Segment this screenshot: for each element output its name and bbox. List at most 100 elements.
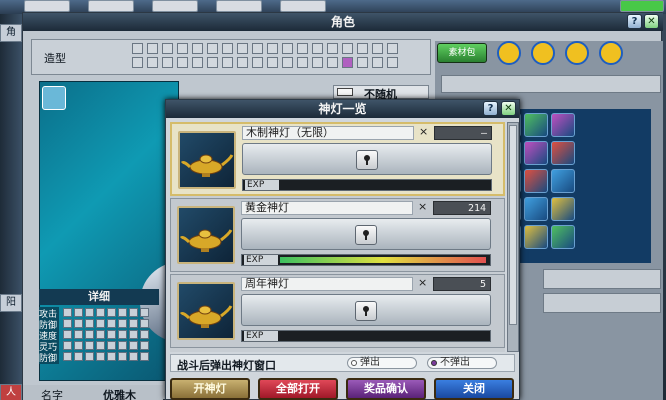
scroll-icon[interactable] [531,41,555,65]
stat-pip [107,341,116,350]
appearance-slot[interactable] [297,43,308,54]
appearance-slot[interactable] [132,57,143,68]
appearance-slot[interactable] [267,57,278,68]
close-icon[interactable]: ✕ [644,14,659,29]
lamp-lock-plate[interactable] [241,218,491,250]
exp-bar: EXP [241,254,491,266]
moon-icon[interactable] [599,41,623,65]
stat-pip [63,308,72,317]
help-icon[interactable]: ? [627,14,642,29]
lamp-lock-plate[interactable] [241,294,491,326]
inventory-item[interactable] [524,197,548,221]
top-menu-icon[interactable] [152,0,198,12]
inventory-item[interactable] [551,141,575,165]
stat-pip [63,330,72,339]
no-popup-radio[interactable]: 不弹出 [427,357,497,369]
inventory-item[interactable] [551,197,575,221]
appearance-slot[interactable] [297,57,308,68]
multiply-icon: × [418,200,428,213]
appearance-slot[interactable] [192,43,203,54]
magic-lamp-icon [177,206,235,264]
element-icon[interactable] [42,86,66,110]
appearance-slot[interactable] [342,57,353,68]
help-icon[interactable]: ? [483,101,498,116]
magic-lamp-icon [177,282,235,340]
appearance-slot[interactable] [252,57,263,68]
appearance-slot[interactable] [177,43,188,54]
appearance-slot[interactable] [387,57,398,68]
lamp-row[interactable]: 木制神灯（无限） × — EXP [170,122,505,196]
appearance-slot[interactable] [147,43,158,54]
material-bag-button[interactable]: 素材包 [437,43,487,63]
appearance-slot[interactable] [222,57,233,68]
inventory-item[interactable] [524,225,548,249]
keyhole-icon[interactable] [356,150,378,170]
stat-pip [85,341,94,350]
top-menu-icon[interactable] [216,0,262,12]
top-menu-icon[interactable] [24,0,70,12]
appearance-slot[interactable] [387,43,398,54]
lamp-row[interactable]: 黄金神灯 × 214 EXP [170,198,505,272]
appearance-slot[interactable] [357,57,368,68]
inventory-item[interactable] [524,113,548,137]
inventory-filter-bar[interactable] [441,75,661,93]
inventory-item[interactable] [551,113,575,137]
appearance-slot[interactable] [342,43,353,54]
top-menu-icon[interactable] [88,0,134,12]
appearance-slot[interactable] [267,43,278,54]
exp-label: EXP [244,255,278,265]
appearance-slot[interactable] [312,57,323,68]
sidebar-tab[interactable]: 人 [0,384,22,400]
ring-icon[interactable] [497,41,521,65]
lamp-list-scrollbar[interactable] [507,122,519,352]
close-button[interactable]: 关闭 [434,378,514,400]
sidebar-tab[interactable]: 角 [0,24,22,42]
stat-pip [74,330,83,339]
lamp-count: 214 [433,201,491,215]
appearance-slot[interactable] [147,57,158,68]
appearance-slot[interactable] [282,57,293,68]
keyhole-icon[interactable] [355,225,377,245]
appearance-slot[interactable] [132,43,143,54]
appearance-slot[interactable] [177,57,188,68]
lamp-name: 黄金神灯 [241,201,413,215]
lamp-row[interactable]: 周年神灯 × 5 EXP [170,274,505,348]
inventory-item[interactable] [524,169,548,193]
lamp-dialog-title: 神灯一览 [166,100,519,118]
appearance-slot[interactable] [237,57,248,68]
appearance-slot[interactable] [207,57,218,68]
sidebar-tab[interactable]: 阳 [0,294,22,312]
popup-radio[interactable]: 弹出 [347,357,417,369]
appearance-slot[interactable] [252,43,263,54]
open-all-button[interactable]: 全部打开 [258,378,338,400]
top-menu-icon[interactable] [620,0,664,12]
appearance-slot[interactable] [357,43,368,54]
inventory-item[interactable] [551,225,575,249]
appearance-slot[interactable] [282,43,293,54]
lamp-count: 5 [433,277,491,291]
appearance-slot[interactable] [192,57,203,68]
inventory-item[interactable] [551,169,575,193]
appearance-slot[interactable] [372,57,383,68]
appearance-slot[interactable] [312,43,323,54]
appearance-slot[interactable] [162,57,173,68]
exp-bar: EXP [241,330,491,342]
appearance-slot[interactable] [207,43,218,54]
lamp-lock-plate[interactable] [242,143,492,175]
bell-icon[interactable] [565,41,589,65]
open-lamp-button[interactable]: 开神灯 [170,378,250,400]
random-toggle[interactable]: 不随机 [333,85,429,101]
keyhole-icon[interactable] [355,301,377,321]
close-icon[interactable]: ✕ [501,101,516,116]
confirm-prize-button[interactable]: 奖品确认 [346,378,426,400]
appearance-slot[interactable] [327,43,338,54]
appearance-slot[interactable] [372,43,383,54]
appearance-slot[interactable] [237,43,248,54]
appearance-slot[interactable] [162,43,173,54]
appearance-slot[interactable] [327,57,338,68]
inventory-item[interactable] [524,141,548,165]
top-menu-icon[interactable] [280,0,326,12]
appearance-slot[interactable] [222,43,233,54]
stat-pip [129,341,138,350]
scrollbar-thumb[interactable] [509,125,517,325]
